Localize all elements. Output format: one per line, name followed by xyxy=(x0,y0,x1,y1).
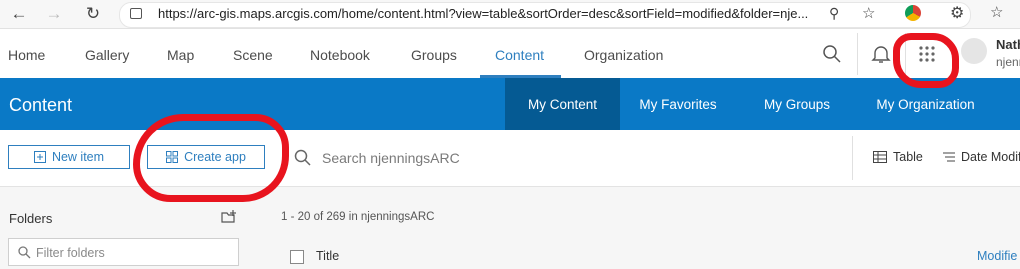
notification-bell-icon[interactable] xyxy=(871,44,891,64)
nav-divider xyxy=(857,33,858,75)
nav-groups[interactable]: Groups xyxy=(411,47,457,63)
nav-map[interactable]: Map xyxy=(167,47,194,63)
tab-my-content[interactable]: My Content xyxy=(505,78,620,130)
tab-my-favorites[interactable]: My Favorites xyxy=(628,78,728,130)
page-title: Content xyxy=(9,95,73,115)
favorite-add-icon[interactable]: ☆ xyxy=(862,4,875,22)
table-icon xyxy=(873,151,887,163)
chrome-extension-icon[interactable] xyxy=(905,5,921,21)
add-folder-icon[interactable] xyxy=(221,210,237,224)
select-all-checkbox[interactable] xyxy=(290,250,304,264)
user-name[interactable]: Nath xyxy=(996,37,1020,52)
nav-organization[interactable]: Organization xyxy=(584,47,663,63)
url-text[interactable]: https://arc-gis.maps.arcgis.com/home/con… xyxy=(158,6,818,21)
forward-icon[interactable]: → xyxy=(43,3,65,25)
toolbar-divider xyxy=(852,136,853,180)
folders-heading: Folders xyxy=(9,211,53,226)
results-count: 1 - 20 of 269 in njenningsARC xyxy=(281,211,435,223)
filter-folders-placeholder: Filter folders xyxy=(36,246,105,260)
sort-icon xyxy=(943,152,955,162)
new-item-label: New item xyxy=(51,150,105,164)
title-column-header[interactable]: Title xyxy=(316,249,339,263)
modified-column-header[interactable]: Modifie xyxy=(977,249,1017,263)
nav-content[interactable]: Content xyxy=(495,47,544,63)
zoom-icon[interactable]: ⚲ xyxy=(829,5,839,22)
nav-scene[interactable]: Scene xyxy=(233,47,273,63)
search-input[interactable]: Search njenningsARC xyxy=(322,150,460,166)
nav-gallery[interactable]: Gallery xyxy=(85,47,129,63)
search-icon[interactable] xyxy=(822,44,842,64)
user-handle: njenn xyxy=(996,55,1020,69)
tab-my-groups[interactable]: My Groups xyxy=(752,78,842,130)
new-item-button[interactable]: New item xyxy=(8,145,130,169)
back-icon[interactable]: ← xyxy=(8,3,30,25)
reload-icon[interactable]: ↻ xyxy=(82,3,104,25)
search-icon xyxy=(294,149,311,166)
favorites-icon[interactable]: ☆ xyxy=(990,3,1003,21)
sort-button[interactable]: Date Modifi xyxy=(961,150,1020,164)
search-icon xyxy=(18,246,31,259)
nav-home[interactable]: Home xyxy=(8,47,45,63)
lock-icon[interactable] xyxy=(130,8,142,19)
annotation-highlight-app-launcher xyxy=(893,33,959,88)
add-icon xyxy=(33,151,46,163)
extensions-icon[interactable]: ⚙ xyxy=(950,3,964,23)
nav-notebook[interactable]: Notebook xyxy=(310,47,370,63)
view-toggle-button[interactable]: Table xyxy=(893,150,923,164)
avatar[interactable] xyxy=(961,38,987,64)
annotation-highlight-create-app xyxy=(133,114,289,202)
